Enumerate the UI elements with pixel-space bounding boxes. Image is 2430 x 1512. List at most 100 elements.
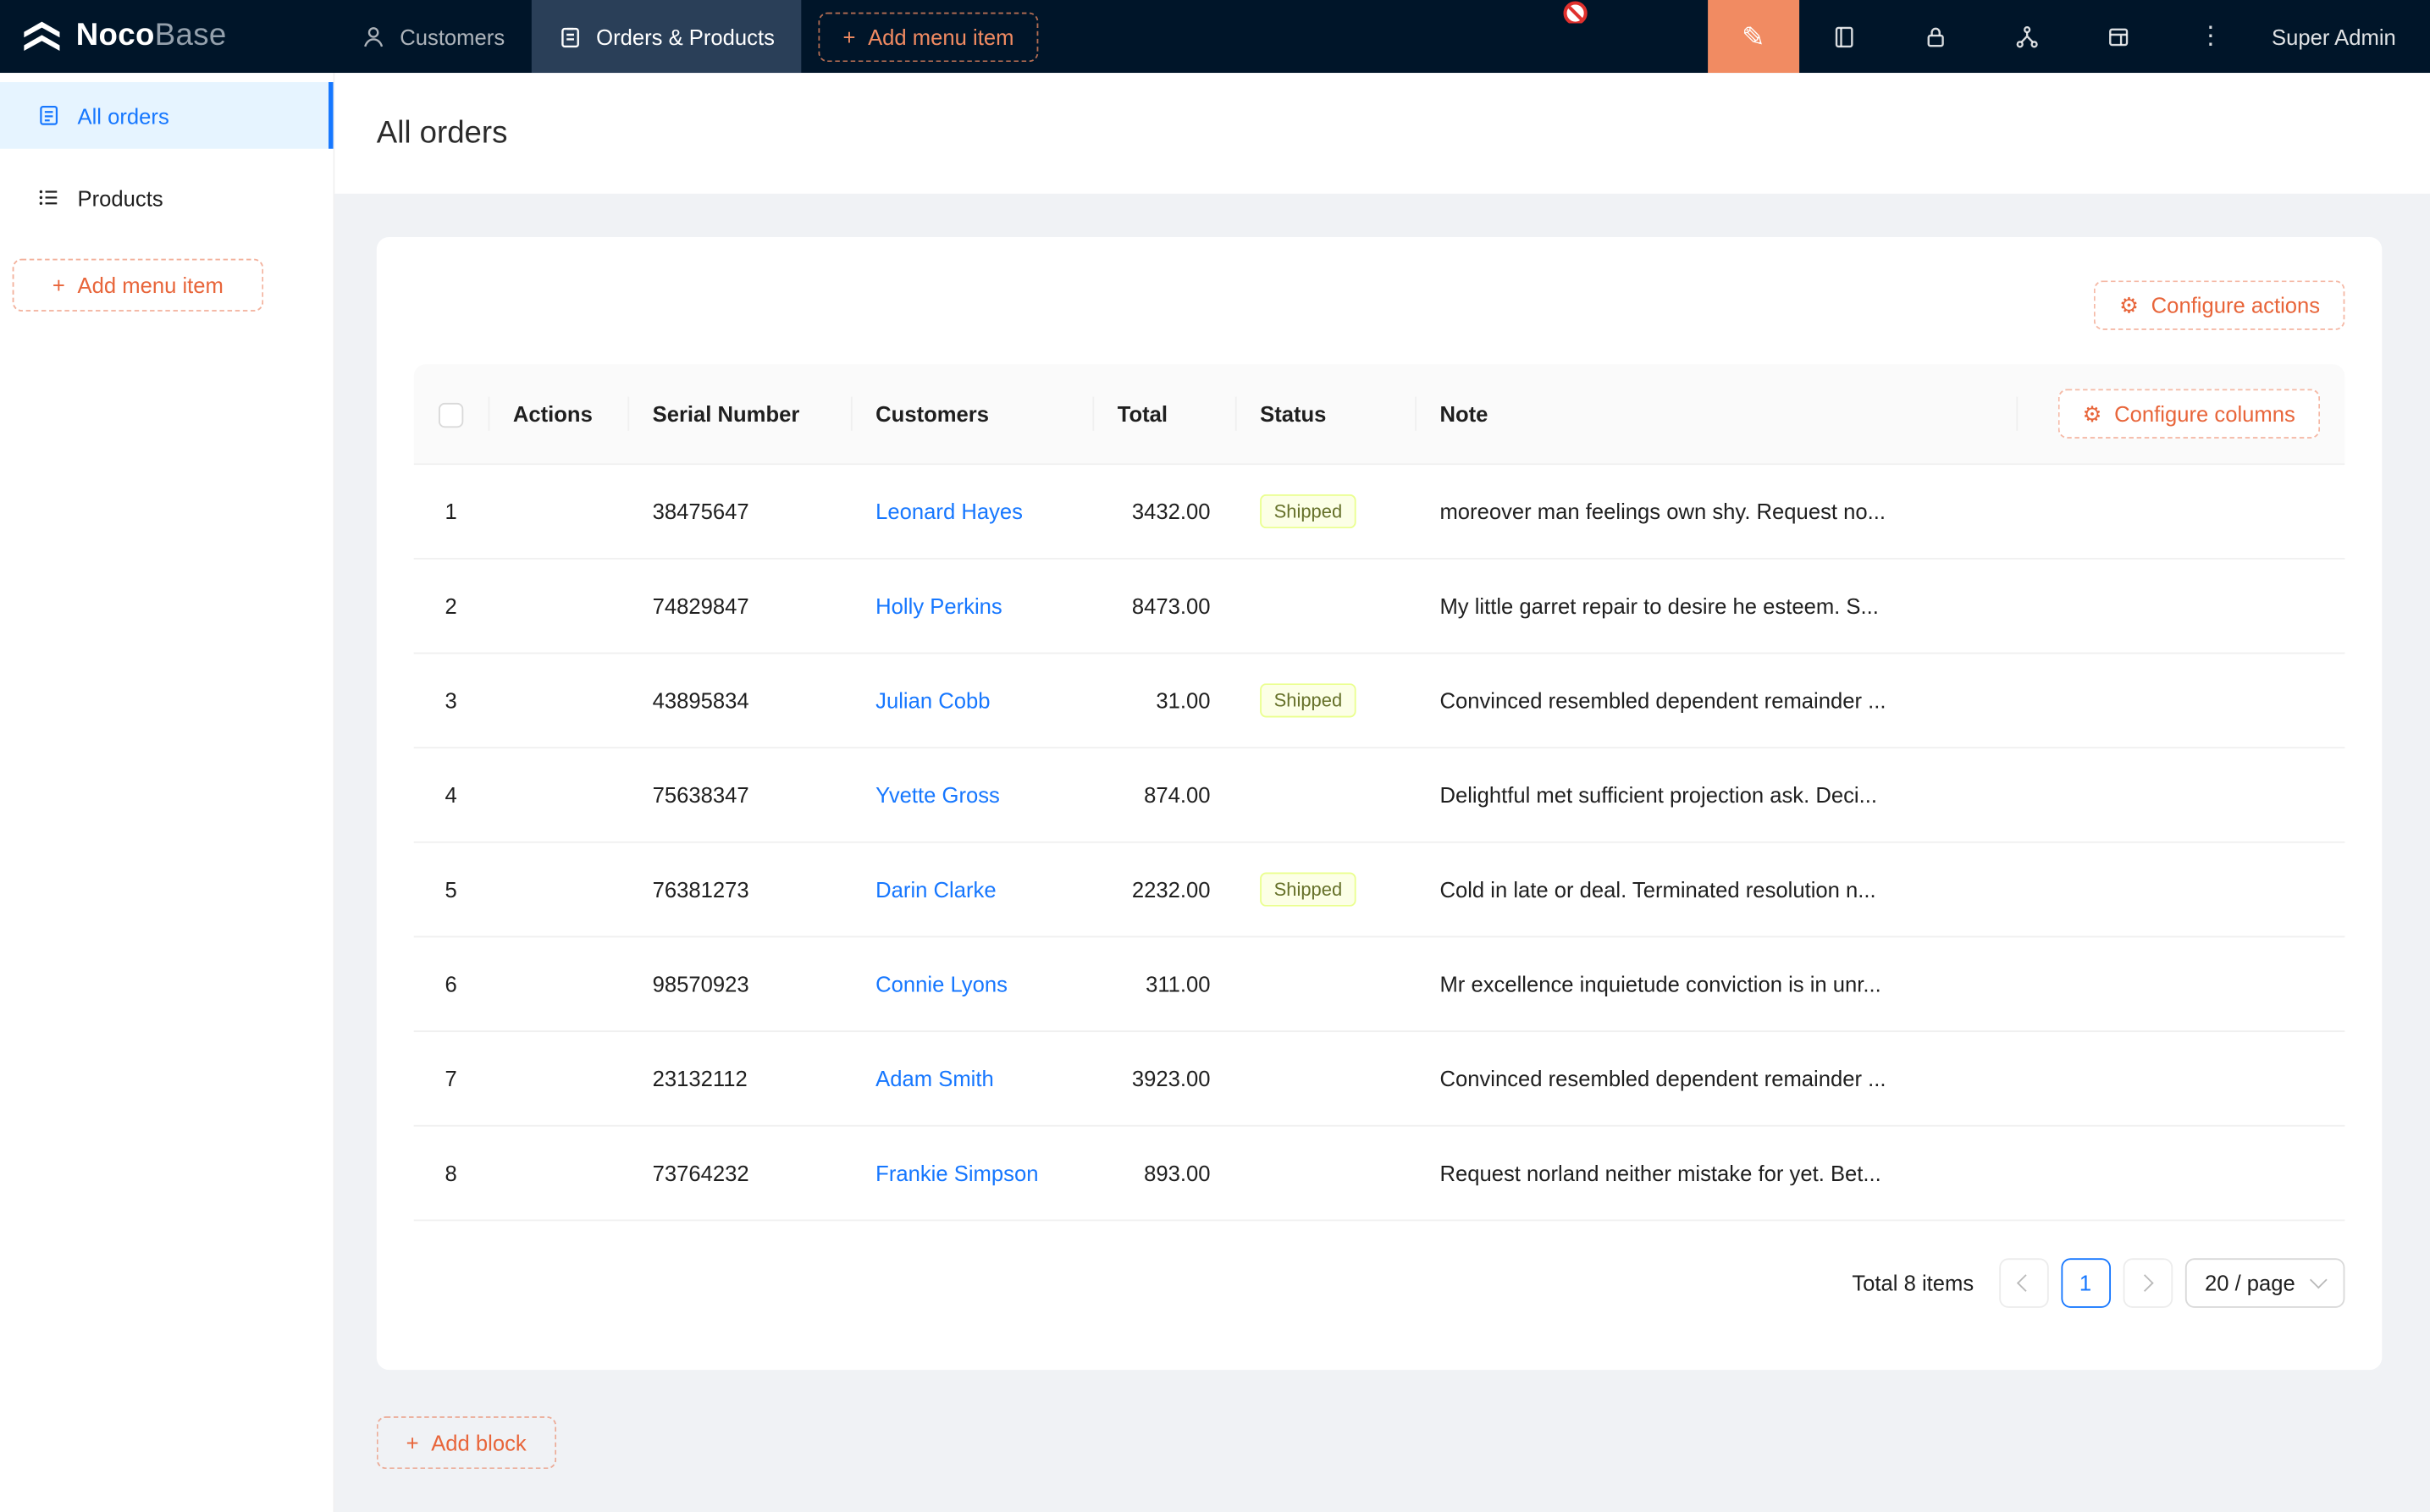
pagination-page-1[interactable]: 1 (2061, 1258, 2111, 1308)
total-cell: 311.00 (1092, 972, 1234, 996)
plus-icon: + (842, 25, 855, 47)
brand-light: Base (155, 19, 227, 52)
note-cell: Mr excellence inquietude conviction is i… (1415, 972, 2016, 996)
table-row: 2 74829847 Holly Perkins 8473.00 My litt… (414, 560, 2345, 654)
customer-link[interactable]: Frankie Simpson (875, 1161, 1038, 1185)
customer-link[interactable]: Julian Cobb (875, 688, 990, 713)
row-index: 2 (414, 593, 489, 618)
customer-link[interactable]: Adam Smith (875, 1066, 994, 1090)
gear-icon: ⚙ (2083, 403, 2102, 425)
pen-icon: ✎ (1742, 23, 1765, 51)
chevron-left-icon (2017, 1274, 2035, 1292)
note-cell: Convinced resembled dependent remainder … (1415, 688, 2016, 713)
note-cell: Cold in late or deal. Terminated resolut… (1415, 877, 2016, 902)
serial-number-cell: 76381273 (627, 877, 851, 902)
plus-icon: + (406, 1432, 419, 1454)
chevron-right-icon (2136, 1274, 2154, 1292)
total-cell: 31.00 (1092, 688, 1234, 713)
user-name: Super Admin (2272, 24, 2396, 48)
table-toolbar: ⚙ Configure actions (414, 280, 2345, 330)
share-nodes-icon (2015, 24, 2040, 48)
header-actions: ✎ (1708, 0, 2430, 73)
pagination-prev-button[interactable] (1999, 1258, 2049, 1308)
total-cell: 2232.00 (1092, 877, 1234, 902)
sidebar: All orders Products + Add me (0, 73, 334, 1512)
total-cell: 3432.00 (1092, 499, 1234, 523)
note-cell: My little garret repair to desire he est… (1415, 593, 2016, 618)
page-content: ⚙ Configure actions Actions Serial Numbe… (334, 194, 2430, 1512)
row-index: 5 (414, 877, 489, 902)
add-menu-item-button-sidebar[interactable]: + Add menu item (13, 259, 264, 312)
user-menu[interactable]: Super Admin (2256, 0, 2430, 73)
configure-actions-label: Configure actions (2151, 293, 2320, 317)
sidebar-item-all-orders-label: All orders (78, 103, 169, 128)
note-cell: moreover man feelings own shy. Request n… (1415, 499, 2016, 523)
row-index: 8 (414, 1161, 489, 1185)
serial-number-cell: 38475647 (627, 499, 851, 523)
serial-number-cell: 74829847 (627, 593, 851, 618)
status-tag: Shipped (1260, 683, 1356, 717)
nav-orders-products-label: Orders & Products (596, 24, 775, 48)
note-cell: Request norland neither mistake for yet.… (1415, 1161, 2016, 1185)
gear-icon: ⚙ (2119, 295, 2139, 317)
sidebar-item-products[interactable]: Products (0, 164, 334, 231)
ellipsis-icon: ⋮ (2198, 24, 2223, 48)
customer-link[interactable]: Holly Perkins (875, 593, 1002, 618)
column-header-note: Note (1415, 401, 2016, 426)
select-all-checkbox[interactable] (439, 402, 463, 427)
column-header-customers: Customers (851, 401, 1093, 426)
configure-columns-button[interactable]: ⚙ Configure columns (2057, 389, 2320, 439)
notebook-button[interactable] (1799, 0, 1891, 73)
nav-customers-label: Customers (400, 24, 505, 48)
customer-link[interactable]: Yvette Gross (875, 782, 1000, 807)
nocobase-app: NocoBase Customers (0, 0, 2430, 1512)
column-header-actions: Actions (489, 401, 628, 426)
ui-editor-button[interactable]: ✎ (1708, 0, 1799, 73)
lock-icon (1924, 24, 1948, 48)
add-menu-item-button-header[interactable]: + Add menu item (818, 12, 1039, 62)
customer-link[interactable]: Connie Lyons (875, 972, 1008, 996)
row-index: 1 (414, 499, 489, 523)
layout-icon (2107, 24, 2131, 48)
customer-link[interactable]: Darin Clarke (875, 877, 996, 902)
row-index: 4 (414, 782, 489, 807)
nav-customers[interactable]: Customers (334, 0, 531, 73)
table-row: 4 75638347 Yvette Gross 874.00 Delightfu… (414, 748, 2345, 843)
customer-link[interactable]: Leonard Hayes (875, 499, 1023, 523)
select-all-cell (414, 400, 489, 428)
nav-orders-products[interactable]: Orders & Products (531, 0, 801, 73)
total-cell: 893.00 (1092, 1161, 1234, 1185)
orders-file-icon (37, 104, 60, 127)
more-button[interactable]: ⋮ (2165, 0, 2256, 73)
column-header-total: Total (1092, 401, 1234, 426)
total-cell: 8473.00 (1092, 593, 1234, 618)
brand-text: NocoBase (76, 19, 227, 54)
serial-number-cell: 23132112 (627, 1066, 851, 1090)
page-size-select[interactable]: 20 / page (2184, 1258, 2344, 1308)
add-block-button[interactable]: + Add block (377, 1416, 556, 1469)
pagination-next-button[interactable] (2123, 1258, 2173, 1308)
note-cell: Delightful met sufficient projection ask… (1415, 782, 2016, 807)
orders-clipboard-icon (557, 24, 582, 48)
table-row: 3 43895834 Julian Cobb 31.00 Shipped Con… (414, 654, 2345, 748)
orders-table-block: ⚙ Configure actions Actions Serial Numbe… (377, 237, 2383, 1370)
layout-button[interactable] (2074, 0, 2165, 73)
main-area: All orders ⚙ Configure actions (334, 73, 2430, 1512)
table-row: 5 76381273 Darin Clarke 2232.00 Shipped … (414, 843, 2345, 938)
note-cell: Convinced resembled dependent remainder … (1415, 1066, 2016, 1090)
table-row: 8 73764232 Frankie Simpson 893.00 Reques… (414, 1127, 2345, 1222)
chevron-down-icon (2310, 1272, 2328, 1289)
serial-number-cell: 98570923 (627, 972, 851, 996)
nocobase-logo[interactable]: NocoBase (0, 0, 334, 73)
sidebar-item-all-orders[interactable]: All orders (0, 82, 334, 149)
lock-button[interactable] (1891, 0, 1982, 73)
share-nodes-button[interactable] (1982, 0, 2074, 73)
configure-columns-label: Configure columns (2114, 401, 2295, 426)
row-index: 3 (414, 688, 489, 713)
pagination-total: Total 8 items (1852, 1271, 1974, 1295)
serial-number-cell: 75638347 (627, 782, 851, 807)
table-row: 7 23132112 Adam Smith 3923.00 Convinced … (414, 1032, 2345, 1127)
serial-number-cell: 73764232 (627, 1161, 851, 1185)
table-row: 1 38475647 Leonard Hayes 3432.00 Shipped… (414, 465, 2345, 560)
configure-actions-button[interactable]: ⚙ Configure actions (2095, 280, 2345, 330)
